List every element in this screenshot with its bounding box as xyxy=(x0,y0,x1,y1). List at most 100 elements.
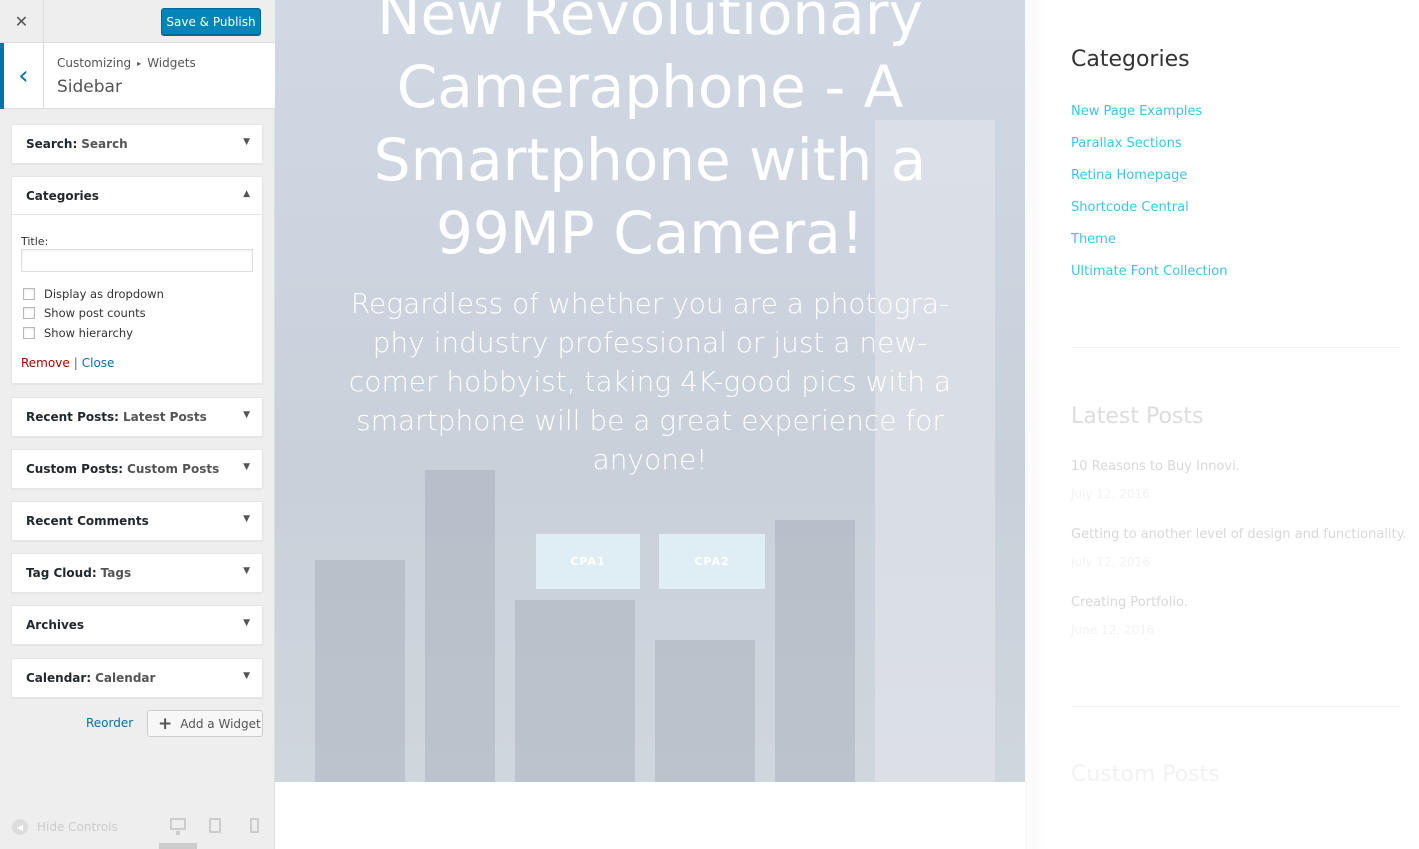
widget-search[interactable]: Search: Search ▼ xyxy=(11,124,263,164)
divider xyxy=(1071,347,1401,348)
background-building xyxy=(775,520,855,782)
site-preview: New Revolutionary Cameraphone - A Smartp… xyxy=(275,0,1419,849)
category-link[interactable]: Theme xyxy=(1071,231,1227,263)
category-link[interactable]: Ultimate Font Collection xyxy=(1071,263,1227,295)
widget-header[interactable]: Recent Comments ▼ xyxy=(12,502,262,540)
caret-down-icon[interactable]: ▼ xyxy=(243,566,250,576)
widget-header[interactable]: Categories ▲ xyxy=(12,177,262,215)
post-date: July 12, 2016 xyxy=(1071,487,1150,501)
chevron-left-icon: ‹ xyxy=(18,61,29,91)
option-dropdown[interactable]: Display as dropdown xyxy=(23,287,164,301)
widget-calendar[interactable]: Calendar: Calendar ▼ xyxy=(11,658,263,698)
post-date: June 12, 2016 xyxy=(1071,623,1155,637)
tablet-preview-icon[interactable] xyxy=(209,818,221,833)
widget-archives[interactable]: Archives ▼ xyxy=(11,605,263,645)
mobile-preview-icon[interactable] xyxy=(250,818,259,833)
caret-up-icon[interactable]: ▲ xyxy=(243,189,250,199)
widget-tag-cloud[interactable]: Tag Cloud: Tags ▼ xyxy=(11,553,263,593)
divider xyxy=(1071,706,1401,707)
title-input[interactable] xyxy=(21,249,253,272)
breadcrumb-root: Customizing xyxy=(57,56,132,70)
categories-heading: Categories xyxy=(1071,47,1190,72)
option-post-counts[interactable]: Show post counts xyxy=(23,306,146,320)
option-label: Show post counts xyxy=(44,306,146,320)
caret-down-icon[interactable]: ▼ xyxy=(243,137,250,147)
categories-list: New Page Examples Parallax Sections Reti… xyxy=(1071,103,1227,295)
option-hierarchy[interactable]: Show hierarchy xyxy=(23,326,133,340)
widget-instance-title: Latest Posts xyxy=(122,410,207,424)
active-device-indicator xyxy=(159,843,197,849)
option-label: Show hierarchy xyxy=(44,326,133,340)
widget-name: Calendar: xyxy=(26,671,92,685)
widget-header[interactable]: Archives ▼ xyxy=(12,606,262,644)
cta-button-1[interactable]: CPA1 xyxy=(536,534,640,589)
widget-header[interactable]: Custom Posts: Custom Posts ▼ xyxy=(12,450,262,488)
category-link[interactable]: New Page Examples xyxy=(1071,103,1227,135)
preview-sidebar: Categories New Page Examples Parallax Se… xyxy=(1048,0,1419,849)
widget-header[interactable]: Tag Cloud: Tags ▼ xyxy=(12,554,262,592)
add-widget-label: Add a Widget xyxy=(180,716,261,731)
cta-button-2[interactable]: CPA2 xyxy=(659,534,765,589)
back-button[interactable]: ‹ xyxy=(0,43,44,109)
add-widget-button[interactable]: + Add a Widget xyxy=(147,710,263,737)
save-publish-button[interactable]: Save & Publish xyxy=(161,8,261,35)
widget-name: Recent Comments xyxy=(26,514,149,528)
sidebar-shadow xyxy=(1025,0,1049,849)
caret-down-icon[interactable]: ▼ xyxy=(243,671,250,681)
close-customizer-button[interactable]: ✕ xyxy=(0,0,44,43)
section-name: Sidebar xyxy=(57,77,122,97)
hero-section: New Revolutionary Cameraphone - A Smartp… xyxy=(275,0,1025,782)
hide-controls-button[interactable]: ◀ Hide Controls xyxy=(12,819,118,835)
breadcrumb-separator-icon: ▸ xyxy=(137,59,142,68)
checkbox[interactable] xyxy=(23,288,35,300)
option-label: Display as dropdown xyxy=(44,287,164,301)
widget-custom-posts[interactable]: Custom Posts: Custom Posts ▼ xyxy=(11,449,263,489)
widget-header[interactable]: Search: Search ▼ xyxy=(12,125,262,163)
widget-form: Title: Display as dropdown Show post cou… xyxy=(12,215,262,383)
background-building xyxy=(515,600,635,782)
custom-posts-heading: Custom Posts xyxy=(1071,762,1220,787)
category-link[interactable]: Retina Homepage xyxy=(1071,167,1227,199)
widget-name: Archives xyxy=(26,618,85,632)
collapse-icon: ◀ xyxy=(12,819,28,835)
background-building xyxy=(655,640,755,782)
caret-down-icon[interactable]: ▼ xyxy=(243,514,250,524)
widget-name: Categories xyxy=(26,188,99,203)
widget-recent-posts[interactable]: Recent Posts: Latest Posts ▼ xyxy=(11,397,263,437)
widget-instance-title: Search xyxy=(81,137,128,151)
widget-instance-title: Calendar xyxy=(95,671,156,685)
widget-header[interactable]: Calendar: Calendar ▼ xyxy=(12,659,262,697)
widget-categories[interactable]: Categories ▲ Title: Display as dropdown … xyxy=(11,176,263,384)
background-building xyxy=(425,470,495,782)
separator: | xyxy=(73,356,78,370)
breadcrumb-leaf: Widgets xyxy=(147,56,196,70)
post-date: July 12, 2016 xyxy=(1071,555,1150,569)
widget-name: Custom Posts: xyxy=(26,462,124,476)
post-title-link[interactable]: Getting to another level of design and f… xyxy=(1071,527,1407,542)
title-label: Title: xyxy=(21,235,49,248)
widget-header[interactable]: Recent Posts: Latest Posts ▼ xyxy=(12,398,262,436)
customizer-panel: ✕ Save & Publish ‹ Customizing ▸ Widgets S… xyxy=(0,0,275,849)
post-title-link[interactable]: Creating Portfolio. xyxy=(1071,595,1188,610)
widget-actions: Remove | Close xyxy=(21,356,114,370)
category-link[interactable]: Parallax Sections xyxy=(1071,135,1227,167)
widget-name: Search: xyxy=(26,137,78,151)
customizer-footer: ◀ Hide Controls xyxy=(0,805,275,849)
post-title-link[interactable]: 10 Reasons to Buy Innovi. xyxy=(1071,459,1240,474)
caret-down-icon[interactable]: ▼ xyxy=(243,618,250,628)
caret-down-icon[interactable]: ▼ xyxy=(243,462,250,472)
reorder-link[interactable]: Reorder xyxy=(86,716,133,730)
section-title-bar: ‹ Customizing ▸ Widgets Sidebar xyxy=(0,43,275,109)
widget-recent-comments[interactable]: Recent Comments ▼ xyxy=(11,501,263,541)
breadcrumb: Customizing ▸ Widgets xyxy=(57,56,196,70)
desktop-preview-icon[interactable] xyxy=(170,818,186,835)
checkbox[interactable] xyxy=(23,307,35,319)
caret-down-icon[interactable]: ▼ xyxy=(243,410,250,420)
remove-link[interactable]: Remove xyxy=(21,356,70,370)
customizer-header: ✕ Save & Publish xyxy=(0,0,275,43)
hide-controls-label: Hide Controls xyxy=(37,820,118,834)
checkbox[interactable] xyxy=(23,327,35,339)
category-link[interactable]: Shortcode Central xyxy=(1071,199,1227,231)
close-link[interactable]: Close xyxy=(82,356,115,370)
background-building xyxy=(315,560,405,782)
